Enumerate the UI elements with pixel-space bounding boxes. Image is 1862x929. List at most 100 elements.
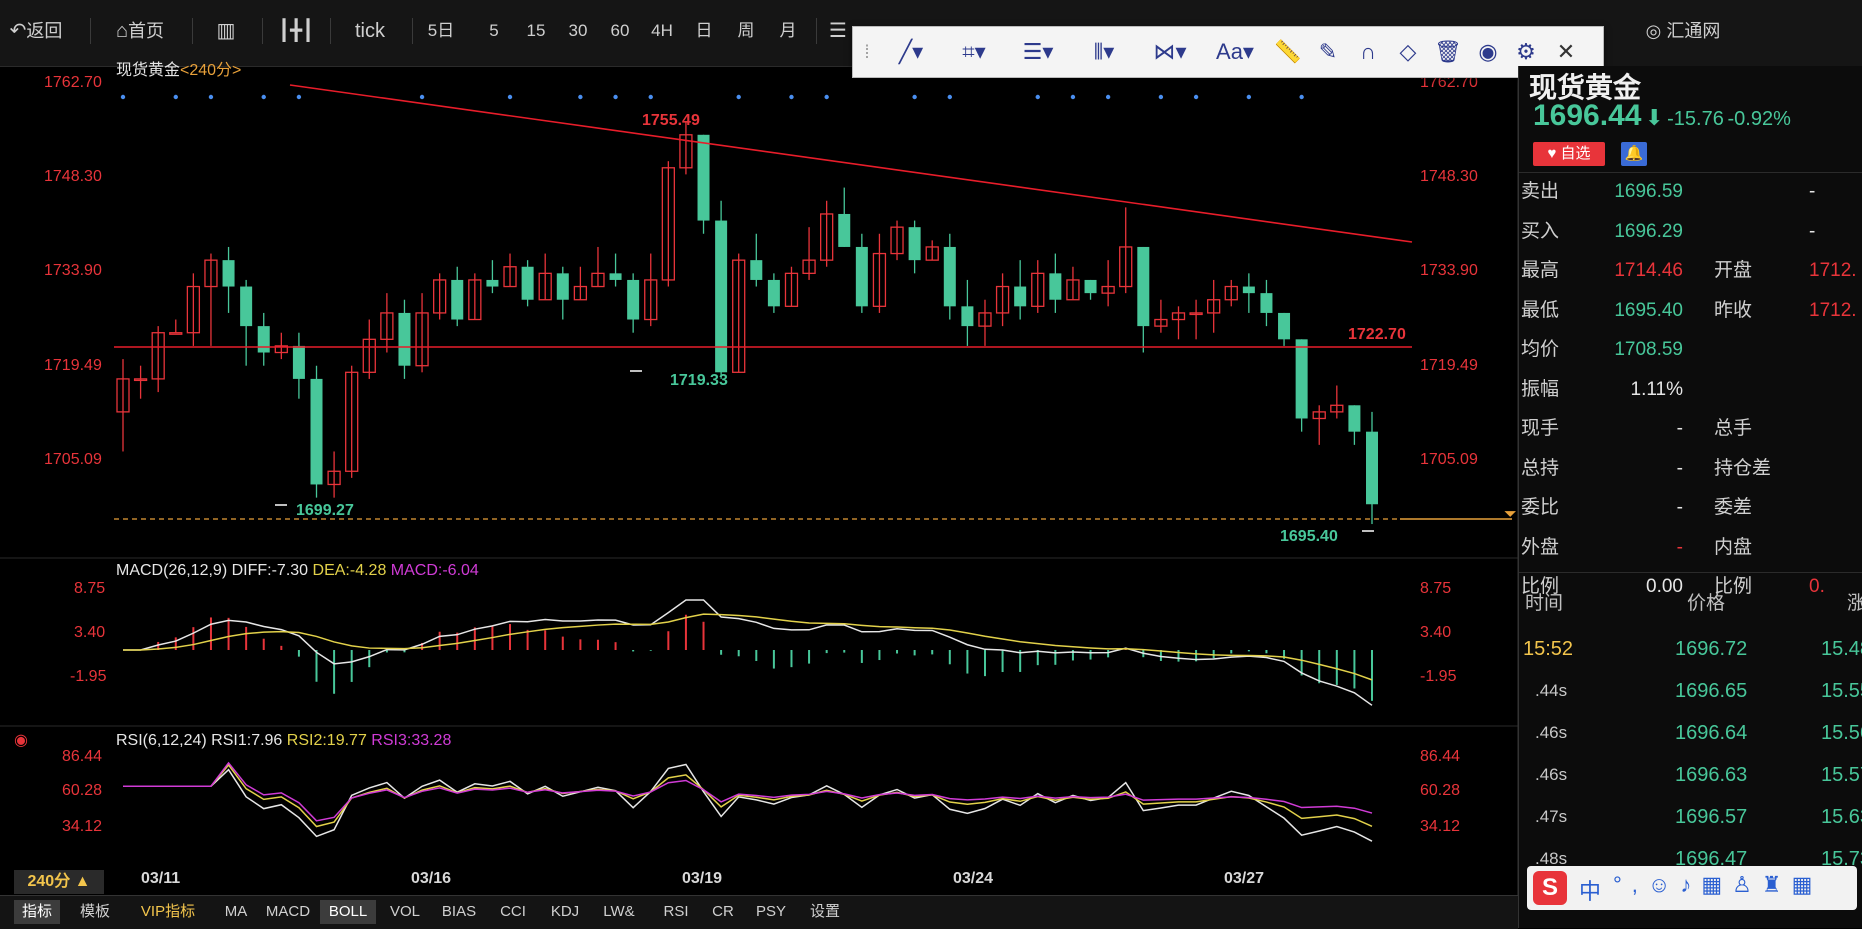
price-axis-left-2: 1733.90 <box>44 262 102 279</box>
tick-row: .44s 1696.65 15.55 <box>1519 670 1862 712</box>
indicator-tab-13[interactable]: PSY <box>748 900 794 924</box>
candle-body <box>169 332 183 335</box>
signal-dot <box>578 94 583 100</box>
rsi3-line <box>123 761 1373 822</box>
ime-tools-icon[interactable]: °,☺♪▦♙♜▦ <box>1613 872 1822 898</box>
candle-body <box>521 266 534 300</box>
period-select[interactable]: 240分 ▲ <box>14 870 104 894</box>
period-week[interactable]: 周 <box>728 14 764 48</box>
indicator-tab-4[interactable]: MACD <box>262 900 314 924</box>
line-tool-icon[interactable]: ╱▾ <box>887 35 935 69</box>
period-5day[interactable]: 5日 <box>418 14 464 48</box>
drag-handle-icon[interactable]: ⁞ <box>859 35 875 69</box>
indicator-tab-7[interactable]: BIAS <box>434 900 484 924</box>
quote-name-2: 持仓差 <box>1714 457 1772 479</box>
date-label-0: 03/11 <box>141 870 181 887</box>
indicator-tab-2[interactable]: VIP指标 <box>130 900 206 924</box>
indicator-tab-0[interactable]: 指标 <box>14 900 60 924</box>
quote-row: 卖出 1696.59 - <box>1519 174 1862 210</box>
vertical-lines-icon[interactable]: ⦀▾ <box>1077 35 1131 69</box>
indicator-tab-12[interactable]: CR <box>704 900 742 924</box>
signal-dot <box>1246 94 1252 100</box>
quote-name: 外盘 <box>1521 536 1560 558</box>
candle-body <box>838 213 851 247</box>
date-label-4: 03/27 <box>1224 870 1265 887</box>
gear-icon[interactable]: ⚙ <box>1509 35 1543 69</box>
quote-row: 委比 - 委差 <box>1519 490 1862 526</box>
last-price: 1696.44 <box>1533 99 1642 132</box>
price-change: -15.76 <box>1667 108 1724 130</box>
price-chart[interactable]: ⏷ <box>0 66 1518 896</box>
rsi-axis-right-2: 34.12 <box>1420 818 1461 835</box>
ruler-icon[interactable]: 📏 <box>1271 35 1305 69</box>
tick-button[interactable]: tick <box>340 14 400 48</box>
candle-body <box>855 246 868 307</box>
indicator-tab-3[interactable]: MA <box>216 900 256 924</box>
tick-row: .47s 1696.57 15.63 <box>1519 796 1862 838</box>
signal-dot <box>824 94 829 100</box>
signal-dot <box>789 94 794 100</box>
ime-mode[interactable]: 中 <box>1579 874 1601 906</box>
period-15[interactable]: 15 <box>518 14 554 48</box>
indicator-tab-10[interactable]: LW& <box>594 900 644 924</box>
macd-axis-right-1: 3.40 <box>1420 624 1452 641</box>
period-60[interactable]: 60 <box>602 14 638 48</box>
quote-row: 总持 - 持仓差 <box>1519 451 1862 487</box>
eraser-icon[interactable]: ◇ <box>1391 35 1425 69</box>
quote-row: 最高 1714.46 开盘 1712. <box>1519 253 1862 289</box>
price-axis-right-3: 1719.49 <box>1420 357 1478 374</box>
eye-icon[interactable]: ◉ <box>1471 35 1505 69</box>
indicator-tab-8[interactable]: CCI <box>490 900 536 924</box>
candle-body <box>1084 279 1097 294</box>
left-low-label: 1699.27 <box>296 502 354 519</box>
candle-body <box>240 286 253 327</box>
price-change-pct: -0.92% <box>1727 108 1791 130</box>
high-label: 1755.49 <box>642 112 700 129</box>
price-marker-icon: ⏷ <box>1504 504 1517 523</box>
quote-row: 现手 - 总手 <box>1519 411 1862 447</box>
period-30[interactable]: 30 <box>560 14 596 48</box>
fib-tool-icon[interactable]: ☰▾ <box>1013 35 1063 69</box>
ime-logo-icon[interactable]: S <box>1533 871 1567 905</box>
settings-dot-icon[interactable]: ◉ <box>14 730 28 750</box>
pattern-tool-icon[interactable]: ⋈▾ <box>1143 35 1197 69</box>
indicator-tab-5[interactable]: BOLL <box>320 900 376 924</box>
signal-dot <box>173 94 178 100</box>
trash-icon[interactable]: 🗑 <box>1431 35 1465 69</box>
bell-icon[interactable]: 🔔 <box>1621 142 1647 166</box>
back-button[interactable]: ↶返回 <box>4 14 68 48</box>
period-month[interactable]: 月 <box>770 14 806 48</box>
list-icon[interactable]: ☰ <box>824 14 852 48</box>
indicator-tab-11[interactable]: RSI <box>654 900 698 924</box>
pen-icon[interactable]: ✎ <box>1311 35 1345 69</box>
quote-row: 振幅 1.11% <box>1519 372 1862 408</box>
quote-name-2: 开盘 <box>1714 260 1753 281</box>
period-day[interactable]: 日 <box>686 14 722 48</box>
indicator-tab-9[interactable]: KDJ <box>542 900 588 924</box>
tick-price: 1696.63 <box>1675 764 1748 786</box>
candle-body <box>1348 405 1361 432</box>
tick-price: 1696.72 <box>1675 638 1748 660</box>
quote-name: 最低 <box>1521 299 1560 321</box>
bar-chart-icon[interactable]: ▥ <box>204 14 248 48</box>
signal-dot <box>120 94 126 100</box>
brand-logo[interactable]: ◎ 汇通网 <box>1628 14 1738 48</box>
quote-value: 1696.59 <box>1614 181 1683 202</box>
magnet-icon[interactable]: ∩ <box>1351 35 1385 69</box>
indicator-tab-6[interactable]: VOL <box>382 900 428 924</box>
close-icon[interactable]: ✕ <box>1549 35 1583 69</box>
candlestick-icon[interactable]: ┃╋┃ <box>274 14 318 48</box>
quote-value: 1714.46 <box>1614 260 1683 281</box>
descending-trendline[interactable] <box>289 84 1413 243</box>
heart-icon: ♥ <box>1547 145 1557 162</box>
indicator-tab-14[interactable]: 设置 <box>800 900 850 924</box>
period-5[interactable]: 5 <box>476 14 512 48</box>
crop-tool-icon[interactable]: ⌗▾ <box>949 35 999 69</box>
add-watchlist-button[interactable]: ♥ 自选 <box>1533 142 1605 166</box>
home-button[interactable]: ⌂首页 <box>100 14 180 48</box>
period-4h[interactable]: 4H <box>644 14 680 48</box>
indicator-tab-1[interactable]: 模板 <box>72 900 118 924</box>
quote-name: 买入 <box>1521 220 1560 242</box>
text-tool-icon[interactable]: Aa▾ <box>1209 35 1261 69</box>
date-label-3: 03/24 <box>953 870 994 887</box>
